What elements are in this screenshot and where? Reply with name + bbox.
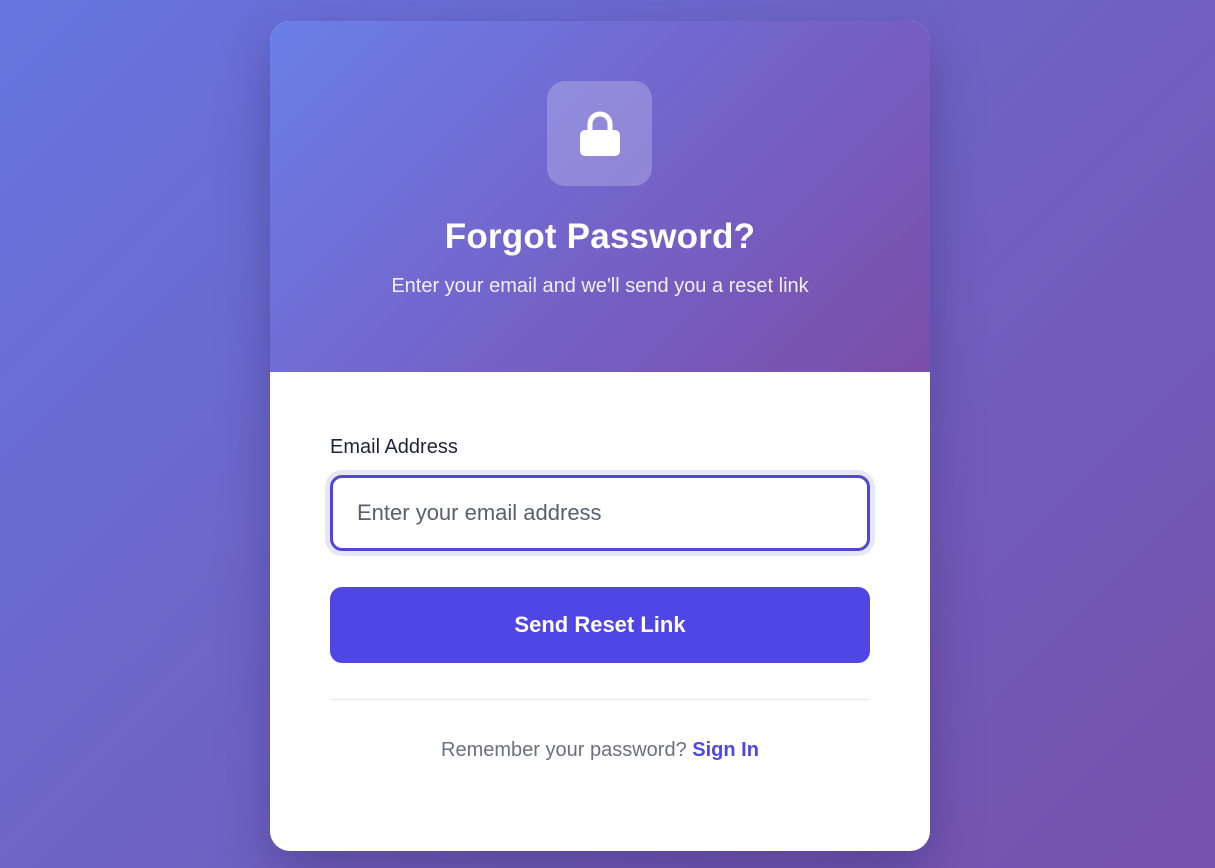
send-reset-link-button[interactable]: Send Reset Link [330,587,870,663]
forgot-password-card: Forgot Password? Enter your email and we… [270,21,930,851]
email-input[interactable] [330,475,870,551]
page-title: Forgot Password? [444,217,756,256]
signin-prompt: Remember your password? Sign In [270,739,930,762]
lock-icon-tile [547,81,652,186]
card-header: Forgot Password? Enter your email and we… [270,21,930,372]
page-subtitle: Enter your email and we'll send you a re… [391,275,809,297]
email-label: Email Address [330,436,458,458]
sign-in-link[interactable]: Sign In [692,739,759,761]
lock-icon [579,111,620,156]
signin-prompt-text: Remember your password? [441,739,693,761]
card-body: Email Address Send Reset Link Remember y… [270,372,930,851]
divider [330,699,870,700]
